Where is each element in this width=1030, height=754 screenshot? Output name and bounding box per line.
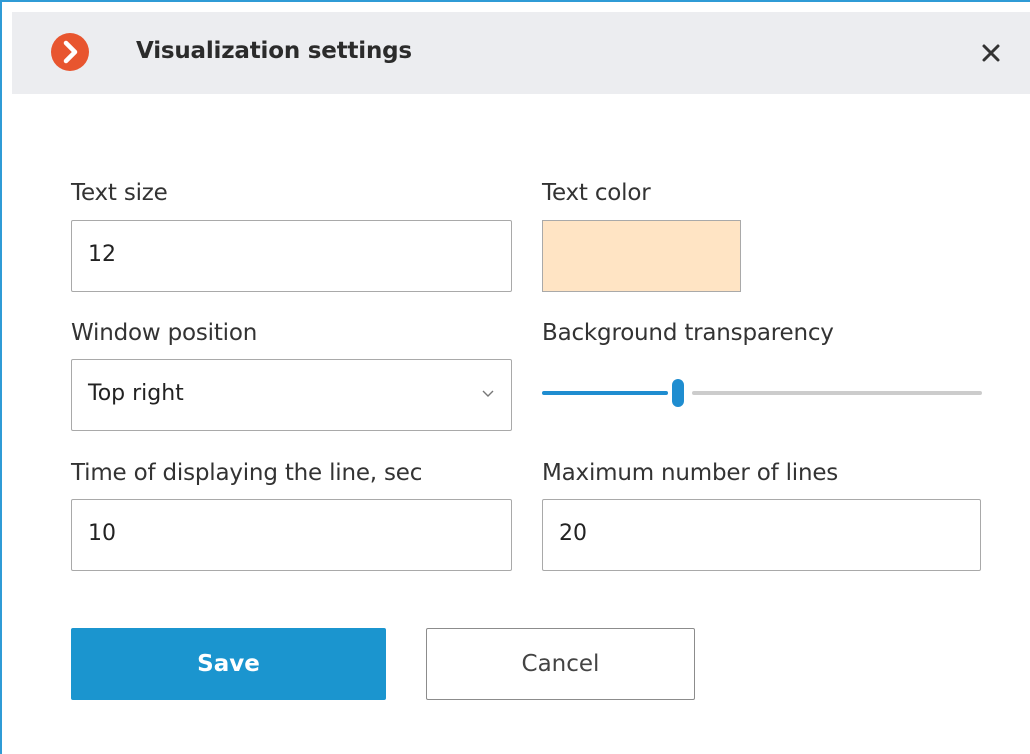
- cancel-button[interactable]: Cancel: [426, 628, 695, 700]
- slider-fill: [542, 391, 668, 395]
- max-lines-label: Maximum number of lines: [542, 460, 839, 486]
- slider-thumb[interactable]: [672, 379, 684, 407]
- title-bar: Visualization settings: [12, 12, 1030, 94]
- chevron-down-icon: [482, 390, 494, 397]
- window-position-select[interactable]: Top right: [71, 359, 512, 431]
- window-position-value: Top right: [88, 381, 184, 406]
- visualization-settings-dialog: Visualization settings Text size 12 Text…: [0, 0, 1030, 754]
- text-size-input[interactable]: 12: [71, 220, 512, 292]
- slider-track: [692, 391, 982, 395]
- window-position-label: Window position: [71, 320, 258, 346]
- text-size-label: Text size: [71, 180, 168, 206]
- text-color-label: Text color: [542, 180, 651, 206]
- background-transparency-slider[interactable]: [542, 376, 982, 410]
- text-color-swatch[interactable]: [542, 220, 741, 292]
- display-time-input[interactable]: 10: [71, 499, 512, 571]
- chevron-right-circle-icon: [51, 33, 89, 71]
- background-transparency-label: Background transparency: [542, 320, 834, 346]
- save-button[interactable]: Save: [71, 628, 386, 700]
- close-icon[interactable]: [974, 36, 1008, 70]
- display-time-label: Time of displaying the line, sec: [71, 460, 423, 486]
- dialog-title: Visualization settings: [136, 38, 412, 64]
- max-lines-input[interactable]: 20: [542, 499, 981, 571]
